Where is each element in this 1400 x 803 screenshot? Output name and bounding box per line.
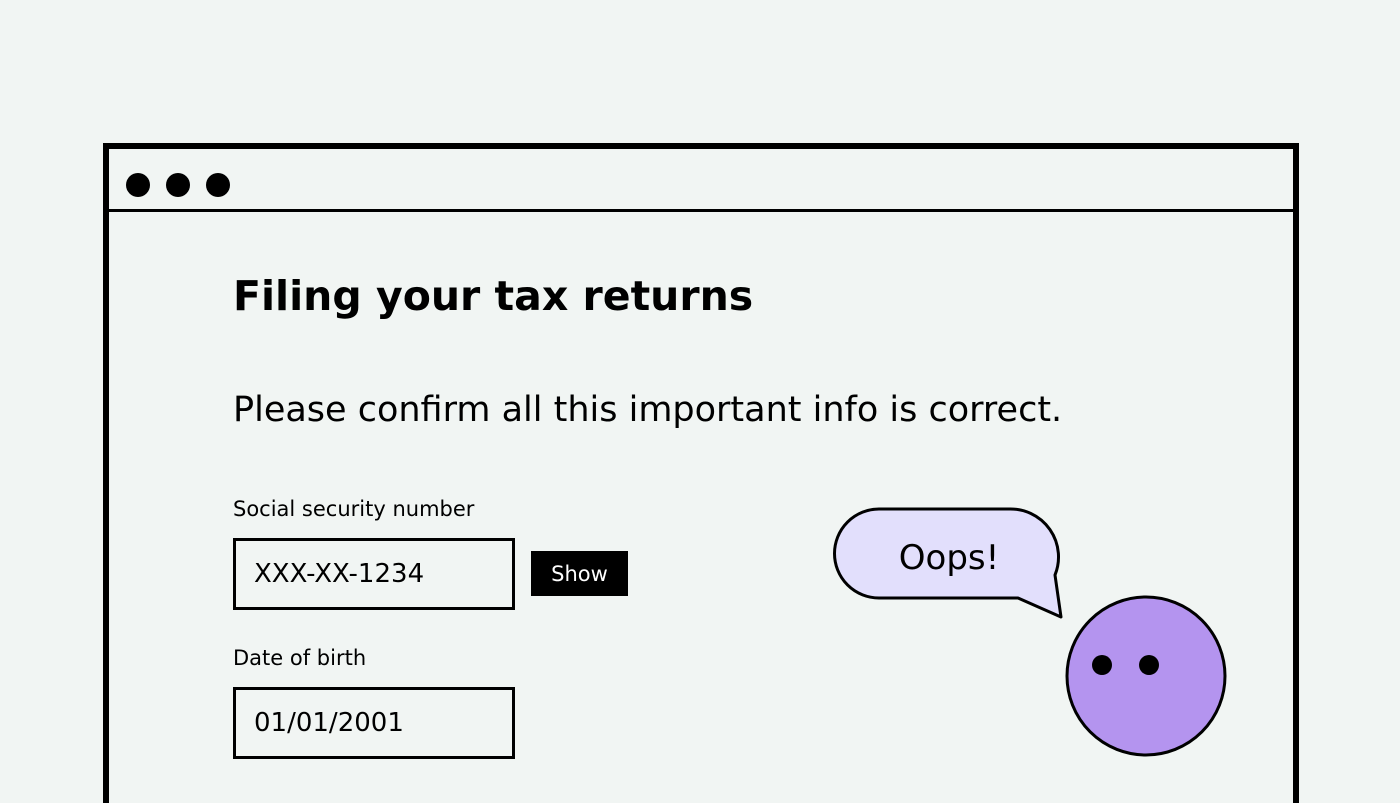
dob-field[interactable]: [233, 687, 515, 759]
browser-window: Filing your tax returns Please confirm a…: [103, 143, 1299, 803]
right-eye: [1139, 655, 1159, 675]
ssn-label: Social security number: [233, 497, 475, 521]
dob-label: Date of birth: [233, 646, 367, 670]
intro-text: Please confirm all this important info i…: [233, 390, 1063, 430]
assistant-face-icon: [1065, 595, 1227, 757]
window-titlebar: [109, 149, 1293, 212]
ssn-field[interactable]: [233, 538, 515, 610]
face-shape: [1065, 595, 1227, 757]
speech-bubble-text: Oops!: [898, 538, 1000, 578]
page-title: Filing your tax returns: [233, 272, 754, 320]
left-eye: [1092, 655, 1112, 675]
show-ssn-button[interactable]: Show: [531, 551, 628, 596]
window-control-dot[interactable]: [206, 173, 230, 197]
window-control-dot[interactable]: [166, 173, 190, 197]
window-control-dot[interactable]: [126, 173, 150, 197]
